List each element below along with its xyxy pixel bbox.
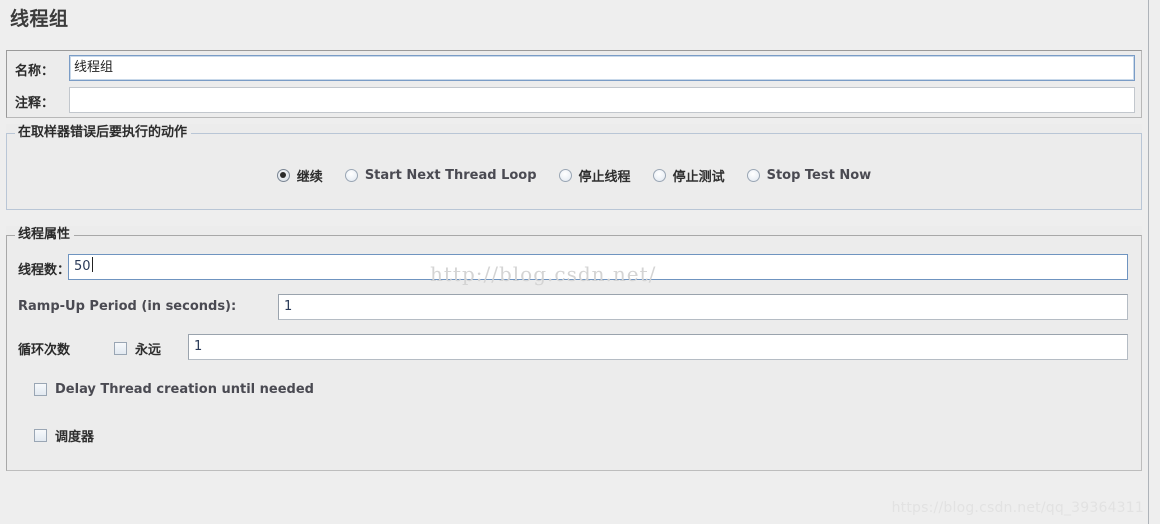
- radio-start-next-thread-loop-label: Start Next Thread Loop: [364, 167, 537, 183]
- delay-thread-checkbox[interactable]: Delay Thread creation until needed: [34, 382, 314, 397]
- loop-count-row: 循环次数 永远 1: [6, 334, 1142, 364]
- comment-input[interactable]: [69, 87, 1135, 113]
- ramp-up-input[interactable]: 1: [278, 294, 1128, 320]
- ramp-up-row: Ramp-Up Period (in seconds): 1: [6, 294, 1142, 324]
- radio-stop-test[interactable]: 停止测试: [652, 166, 725, 185]
- identity-box: 名称： 线程组 注释：: [6, 50, 1142, 118]
- radio-unselected-icon[interactable]: [558, 168, 572, 182]
- radio-continue-label: 继续: [296, 169, 323, 185]
- threads-label: 线程数：: [18, 263, 71, 278]
- error-action-group-title: 在取样器错误后要执行的动作: [15, 124, 192, 142]
- error-action-group: 在取样器错误后要执行的动作 继续 Start Next Thread Loop …: [6, 124, 1142, 210]
- text-caret: [91, 257, 93, 272]
- radio-unselected-icon[interactable]: [652, 168, 666, 182]
- radio-stop-thread[interactable]: 停止线程: [558, 166, 631, 185]
- name-input[interactable]: 线程组: [69, 55, 1135, 81]
- page-title: 线程组: [10, 8, 69, 30]
- delay-thread-row: Delay Thread creation until needed: [6, 378, 1142, 408]
- name-label: 名称：: [15, 64, 55, 79]
- threads-input-value: 50: [74, 259, 91, 274]
- loop-forever-label: 永远: [135, 343, 162, 358]
- checkbox-unchecked-icon[interactable]: [34, 383, 47, 396]
- corner-watermark: https://blog.csdn.net/qq_39364311: [891, 500, 1144, 516]
- scheduler-row: 调度器: [6, 422, 1142, 452]
- scheduler-checkbox[interactable]: 调度器: [34, 426, 94, 445]
- loop-forever-checkbox[interactable]: 永远: [114, 339, 161, 358]
- threads-input[interactable]: 50: [68, 254, 1128, 280]
- comment-label: 注释：: [15, 96, 55, 111]
- thread-properties-group-title: 线程属性: [15, 226, 75, 244]
- checkbox-unchecked-icon[interactable]: [114, 342, 127, 355]
- radio-unselected-icon[interactable]: [344, 168, 358, 182]
- radio-stop-thread-label: 停止线程: [578, 169, 631, 185]
- error-action-radio-group: 继续 Start Next Thread Loop 停止线程 停止测试 Stop…: [6, 160, 1142, 190]
- radio-stop-test-now-label: Stop Test Now: [766, 167, 872, 183]
- radio-stop-test-now[interactable]: Stop Test Now: [746, 167, 872, 183]
- checkbox-unchecked-icon[interactable]: [34, 429, 47, 442]
- ramp-up-label: Ramp-Up Period (in seconds):: [18, 299, 237, 314]
- radio-continue[interactable]: 继续: [276, 166, 323, 185]
- thread-properties-group: 线程属性 线程数： 50 Ramp-Up Period (in seconds)…: [6, 226, 1142, 471]
- thread-group-panel: 线程组 名称： 线程组 注释： 在取样器错误后要执行的动作 继续 Start N…: [0, 0, 1160, 524]
- name-row: 名称： 线程组: [7, 54, 1141, 84]
- delay-thread-label: Delay Thread creation until needed: [55, 382, 314, 397]
- loop-count-label: 循环次数: [18, 343, 71, 358]
- radio-start-next-thread-loop[interactable]: Start Next Thread Loop: [344, 167, 537, 183]
- loop-count-input[interactable]: 1: [188, 334, 1128, 360]
- right-splitter[interactable]: [1148, 0, 1160, 524]
- radio-unselected-icon[interactable]: [746, 168, 760, 182]
- radio-stop-test-label: 停止测试: [672, 169, 725, 185]
- scheduler-label: 调度器: [55, 430, 95, 445]
- threads-row: 线程数： 50: [6, 254, 1142, 284]
- radio-selected-icon[interactable]: [276, 168, 290, 182]
- comment-row: 注释：: [7, 86, 1141, 116]
